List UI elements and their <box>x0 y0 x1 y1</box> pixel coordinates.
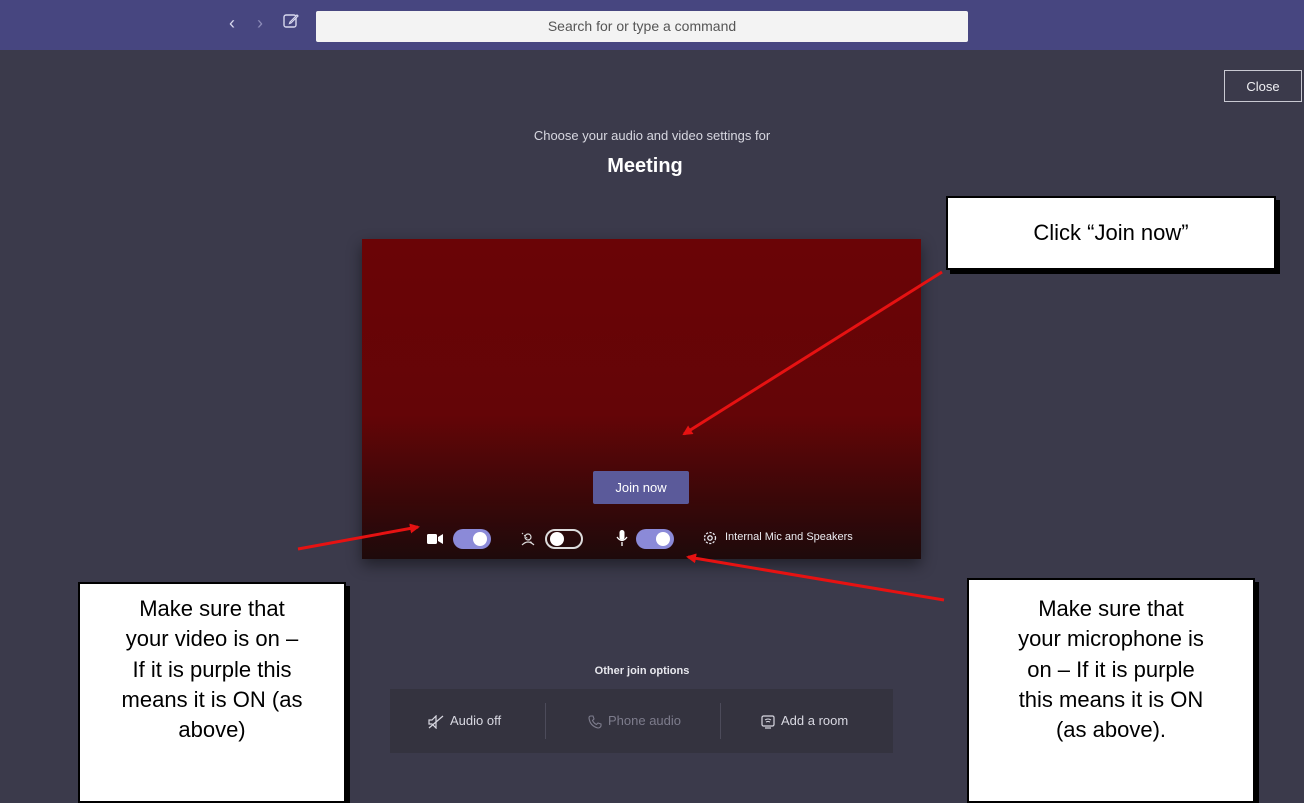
callout-line: your microphone is <box>1018 626 1204 652</box>
callout-line: this means it is ON <box>1018 687 1204 713</box>
callout-line: Make sure that <box>139 596 285 621</box>
video-arrow <box>297 523 420 551</box>
video-callout: Make sure that your video is on – If it … <box>78 582 346 803</box>
callout-line: means it is ON (as <box>121 687 303 713</box>
callout-line: If it is purple this <box>132 656 292 682</box>
join-arrow <box>682 270 943 436</box>
microphone-callout: Make sure that your microphone is on – I… <box>967 578 1255 803</box>
callout-line: on – If it is purple <box>1027 656 1195 682</box>
join-now-callout: Click “Join now” <box>946 196 1276 270</box>
callout-line: Make sure that <box>1038 596 1184 621</box>
mic-arrow <box>686 553 945 602</box>
callout-line: (as above). <box>1055 717 1167 743</box>
callout-line: your video is on – <box>125 626 299 652</box>
callout-line: above) <box>178 717 246 743</box>
